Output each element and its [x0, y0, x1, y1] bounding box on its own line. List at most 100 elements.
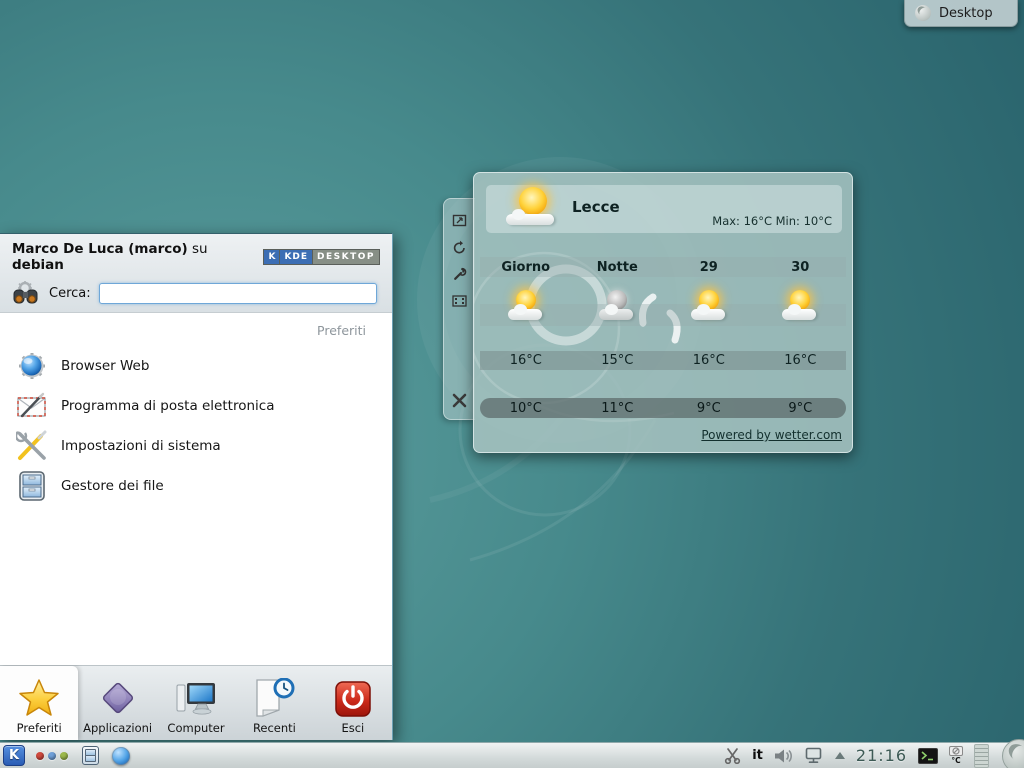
favorite-label: Gestore dei file — [61, 478, 164, 494]
night-temp: 9°C — [755, 401, 847, 416]
favorite-item-browser[interactable]: Browser Web — [0, 346, 392, 386]
digital-clock[interactable]: 21:16 — [856, 746, 907, 765]
sun-cloud-icon — [504, 185, 562, 233]
sun-cloud-icon — [663, 287, 755, 331]
day-temp: 16°C — [663, 353, 755, 368]
no-data-icon — [949, 746, 963, 756]
file-manager-icon — [16, 470, 48, 502]
night-temp: 11°C — [572, 401, 664, 416]
colored-dots-widget[interactable] — [36, 752, 68, 760]
day-temp: 16°C — [480, 353, 572, 368]
day-temp: 15°C — [572, 353, 664, 368]
search-binoculars-icon — [12, 280, 39, 306]
system-settings-icon — [16, 430, 48, 462]
weather-night-temps: 10°C 11°C 9°C 9°C — [480, 398, 846, 418]
star-icon — [18, 676, 60, 718]
kde-menu-button[interactable]: K — [3, 745, 25, 766]
host-name: debian — [12, 257, 64, 273]
system-tray: it 21:16 — [724, 743, 1024, 768]
tab-label: Computer — [167, 721, 224, 735]
panel-mini-widget[interactable] — [974, 744, 989, 768]
recent-documents-icon — [253, 676, 295, 718]
favorite-label: Browser Web — [61, 358, 149, 374]
night-temp: 9°C — [663, 401, 755, 416]
web-browser-icon — [16, 350, 48, 382]
tab-preferiti[interactable]: Preferiti — [0, 666, 78, 740]
kickoff-launcher: Marco De Luca (marco) su debian K KDE DE… — [0, 233, 393, 740]
favorite-item-filemanager[interactable]: Gestore dei file — [0, 466, 392, 506]
kickoff-tab-bar: Preferiti Applicazioni Comp — [0, 665, 392, 740]
sun-cloud-icon — [480, 287, 572, 331]
weather-col-label: Giorno — [480, 260, 572, 275]
blue-dot-icon — [48, 752, 56, 760]
tab-label: Recenti — [253, 721, 296, 735]
network-monitor-icon[interactable] — [805, 747, 824, 764]
volume-icon[interactable] — [774, 748, 794, 764]
web-browser-launcher-icon[interactable] — [112, 747, 130, 765]
day-temp: 16°C — [755, 353, 847, 368]
desktop-toolbox[interactable]: Desktop — [904, 0, 1018, 27]
search-input[interactable] — [99, 283, 377, 304]
kde-logo-icon: K — [264, 250, 280, 264]
favorite-label: Programma di posta elettronica — [61, 398, 274, 414]
applications-icon — [98, 676, 138, 718]
weather-widget: Lecce Max: 16°C Min: 10°C Giorno Notte 2… — [473, 172, 853, 453]
red-dot-icon — [36, 752, 44, 760]
mail-client-icon — [16, 390, 48, 422]
weather-tray-icon[interactable]: °C — [949, 746, 963, 765]
desktop[interactable]: { "desktop": { "toolbox_label": "Desktop… — [0, 0, 1024, 768]
favorite-item-settings[interactable]: Impostazioni di sistema — [0, 426, 392, 466]
close-icon[interactable] — [451, 391, 469, 409]
tab-recenti[interactable]: Recenti — [235, 666, 313, 740]
weather-header: Lecce Max: 16°C Min: 10°C — [486, 185, 842, 233]
bottom-panel: K it 21:16 — [0, 742, 1024, 768]
tab-computer[interactable]: Computer — [157, 666, 235, 740]
badge-kde-label: KDE — [280, 250, 313, 264]
user-host-title: Marco De Luca (marco) su debian — [12, 241, 263, 273]
night-temp: 10°C — [480, 401, 572, 416]
toolbox-label: Desktop — [939, 6, 993, 21]
kickoff-header: Marco De Luca (marco) su debian K KDE DE… — [0, 234, 392, 312]
keyboard-layout-indicator[interactable]: it — [752, 748, 763, 763]
badge-desktop-label: DESKTOP — [313, 250, 379, 264]
tab-label: Esci — [341, 721, 364, 735]
maximize-icon[interactable] — [451, 292, 469, 310]
computer-icon — [175, 676, 217, 718]
tab-label: Applicazioni — [83, 721, 152, 735]
tray-expander-icon[interactable] — [835, 752, 845, 759]
tab-label: Preferiti — [17, 721, 62, 735]
terminal-icon[interactable] — [918, 748, 938, 764]
favorite-item-mail[interactable]: Programma di posta elettronica — [0, 386, 392, 426]
file-manager-launcher-icon[interactable] — [82, 746, 99, 765]
kde-desktop-badge: K KDE DESKTOP — [263, 249, 380, 265]
configure-wrench-icon[interactable] — [451, 265, 469, 283]
user-name: Marco De Luca (marco) — [12, 241, 188, 257]
kickoff-favorites-view: Preferiti Browser Web — [0, 312, 392, 665]
weather-column-headers: Giorno Notte 29 30 — [480, 257, 846, 277]
section-label: Preferiti — [0, 323, 392, 338]
resize-icon[interactable] — [451, 211, 469, 229]
panel-toolbox-cashew[interactable] — [1002, 739, 1024, 768]
weather-col-label: 30 — [755, 260, 847, 275]
weather-icon-row — [480, 287, 846, 331]
weather-city: Lecce — [572, 198, 620, 216]
weather-tray-unit: °C — [951, 757, 960, 765]
title-connector: su — [188, 241, 208, 257]
weather-day-temps: 16°C 15°C 16°C 16°C — [480, 351, 846, 370]
cashew-icon — [915, 5, 931, 21]
wetter-credit-link[interactable]: Powered by wetter.com — [701, 428, 842, 442]
weather-max-min: Max: 16°C Min: 10°C — [712, 214, 832, 228]
applet-handle[interactable] — [443, 198, 475, 420]
moon-cloud-icon — [572, 287, 664, 331]
rotate-icon[interactable] — [451, 238, 469, 256]
weather-col-label: 29 — [663, 260, 755, 275]
tab-applicazioni[interactable]: Applicazioni — [78, 666, 156, 740]
green-dot-icon — [60, 752, 68, 760]
search-label: Cerca: — [49, 286, 91, 301]
weather-col-label: Notte — [572, 260, 664, 275]
power-icon — [334, 676, 372, 718]
tab-esci[interactable]: Esci — [314, 666, 392, 740]
clipboard-scissors-icon[interactable] — [724, 747, 741, 764]
sun-cloud-icon — [755, 287, 847, 331]
favorite-label: Impostazioni di sistema — [61, 438, 221, 454]
